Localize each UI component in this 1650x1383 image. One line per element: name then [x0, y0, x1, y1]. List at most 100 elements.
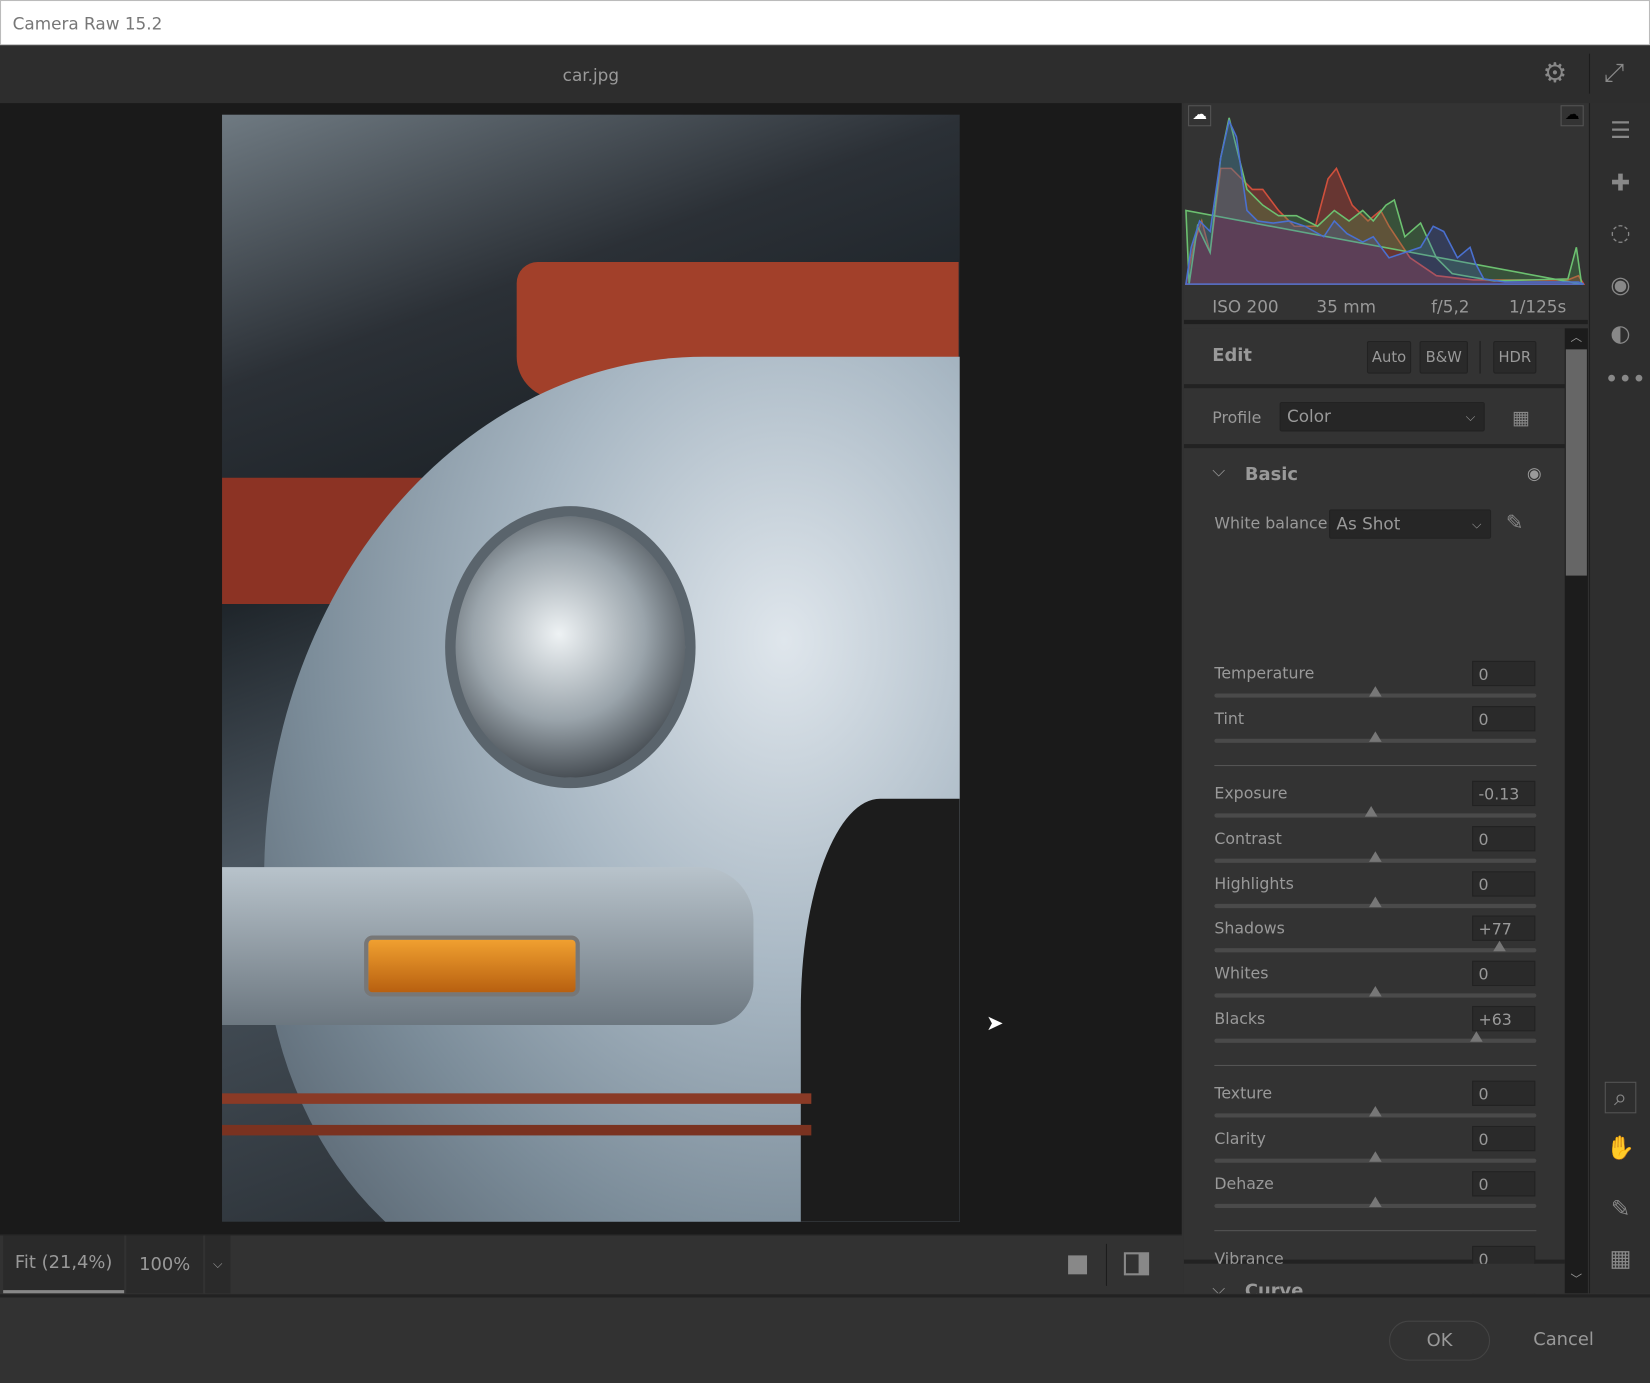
temperature-value-input[interactable]: 0 — [1472, 660, 1536, 687]
histogram: ☁ ☁ ISO 200 35 mm f/5,2 1/125s — [1183, 103, 1588, 325]
exif-shutter: 1/125s — [1508, 296, 1567, 317]
shadow-clipping-icon[interactable]: ☁ — [1188, 105, 1212, 127]
presets-icon[interactable]: ◐ — [1605, 319, 1637, 351]
header-bar: car.jpg ⚙ ⤢ — [0, 45, 1650, 104]
exif-focal-length: 35 mm — [1316, 296, 1377, 317]
blacks-label: Blacks — [1214, 1009, 1266, 1029]
cancel-button[interactable]: Cancel — [1533, 1329, 1594, 1350]
contrast-label: Contrast — [1214, 829, 1282, 849]
contrast-slider-thumb[interactable] — [1369, 851, 1382, 862]
chevron-down-icon[interactable]: ⌵ — [1212, 1279, 1225, 1294]
profile-label: Profile — [1212, 408, 1262, 428]
eyedropper-icon[interactable]: ✎ — [1506, 509, 1524, 534]
footer: OK Cancel — [0, 1294, 1650, 1383]
filename: car.jpg — [562, 65, 620, 86]
fit-zoom-button[interactable]: Fit (21,4%) — [3, 1235, 125, 1294]
exposure-value-input[interactable]: -0.13 — [1472, 780, 1536, 807]
profile-value: Color — [1286, 406, 1331, 427]
edit-sliders-icon[interactable]: ☰ — [1605, 116, 1637, 148]
temperature-slider[interactable] — [1214, 686, 1537, 698]
contrast-slider[interactable] — [1214, 851, 1537, 863]
highlights-label: Highlights — [1214, 874, 1294, 894]
blacks-value-input[interactable]: +63 — [1472, 1005, 1536, 1032]
single-view-icon[interactable] — [1068, 1255, 1088, 1275]
shadows-value-input[interactable]: +77 — [1472, 915, 1536, 941]
clarity-slider-thumb[interactable] — [1369, 1151, 1382, 1162]
before-after-icon[interactable] — [1123, 1252, 1150, 1276]
divider — [1214, 1064, 1537, 1066]
panel-scrollbar[interactable]: ︿ ﹀ — [1564, 328, 1588, 1294]
shadows-slider-thumb[interactable] — [1492, 940, 1506, 952]
chevron-down-icon: ⌵ — [1465, 409, 1476, 425]
divider — [1479, 340, 1481, 374]
tint-value-input[interactable]: 0 — [1472, 706, 1536, 732]
grid-icon[interactable]: ▦ — [1605, 1244, 1637, 1276]
blacks-slider[interactable] — [1214, 1031, 1537, 1043]
chevron-down-icon: ⌵ — [1472, 516, 1482, 532]
highlights-value-input[interactable]: 0 — [1472, 871, 1536, 897]
color-sampler-icon[interactable]: ✎ — [1605, 1194, 1637, 1226]
texture-label: Texture — [1214, 1083, 1273, 1103]
temperature-slider-thumb[interactable] — [1369, 686, 1382, 697]
whites-value-input[interactable]: 0 — [1472, 960, 1536, 987]
whites-slider[interactable] — [1214, 986, 1537, 998]
white-balance-select[interactable]: As Shot ⌵ — [1329, 509, 1492, 539]
profile-select[interactable]: Color ⌵ — [1279, 401, 1485, 432]
texture-value-input[interactable]: 0 — [1472, 1080, 1536, 1106]
scrollbar-thumb[interactable] — [1565, 349, 1587, 576]
texture-slider[interactable] — [1214, 1105, 1537, 1118]
bottom-toolbar: Fit (21,4%) 100% ⌵ — [0, 1234, 1182, 1294]
clarity-slider[interactable] — [1214, 1151, 1537, 1163]
shadows-slider[interactable] — [1214, 940, 1537, 953]
scroll-up-icon[interactable]: ︿ — [1565, 328, 1588, 347]
profile-browser-icon[interactable]: ▦ — [1512, 407, 1530, 429]
profile-section: Profile Color ⌵ ▦ — [1183, 388, 1565, 449]
divider — [1214, 1230, 1537, 1232]
contrast-value-input[interactable]: 0 — [1472, 826, 1536, 852]
basic-section: ⌵ Basic ◉ White balance As Shot ⌵ ✎ Tempe… — [1183, 448, 1565, 1294]
dehaze-slider[interactable] — [1214, 1196, 1537, 1209]
zoom-100-button[interactable]: 100% — [126, 1235, 204, 1294]
temperature-label: Temperature — [1214, 664, 1315, 683]
shadows-label: Shadows — [1214, 918, 1285, 938]
clarity-value-input[interactable]: 0 — [1472, 1125, 1536, 1152]
divider — [1214, 765, 1537, 767]
histogram-graph — [1184, 117, 1586, 286]
zoom-dropdown-chevron-icon[interactable]: ⌵ — [205, 1235, 231, 1294]
tint-slider-thumb[interactable] — [1369, 731, 1382, 742]
red-eye-icon[interactable]: ◉ — [1605, 270, 1637, 302]
chevron-down-icon[interactable]: ⌵ — [1212, 461, 1225, 482]
blacks-slider-thumb[interactable] — [1470, 1031, 1484, 1042]
dehaze-slider-thumb[interactable] — [1369, 1196, 1382, 1207]
texture-slider-thumb[interactable] — [1369, 1105, 1382, 1117]
masking-icon[interactable]: ◌ — [1605, 218, 1637, 250]
highlights-slider[interactable] — [1214, 896, 1537, 909]
more-icon[interactable]: ••• — [1605, 365, 1646, 397]
white-balance-label: White balance — [1214, 513, 1328, 533]
ok-button[interactable]: OK — [1389, 1320, 1491, 1361]
exposure-slider[interactable] — [1214, 806, 1537, 818]
title-bar: Camera Raw 15.2 — [0, 0, 1650, 46]
highlight-clipping-icon[interactable]: ☁ — [1560, 105, 1584, 127]
whites-slider-thumb[interactable] — [1369, 986, 1382, 997]
exif-aperture: f/5,2 — [1431, 296, 1470, 317]
tint-slider[interactable] — [1214, 731, 1537, 743]
scroll-down-icon[interactable]: ﹀ — [1565, 1270, 1588, 1289]
gear-icon[interactable]: ⚙ — [1543, 58, 1568, 90]
edit-title: Edit — [1212, 345, 1252, 367]
headlight — [445, 506, 696, 789]
white-balance-value: As Shot — [1336, 513, 1401, 534]
expand-icon[interactable]: ⤢ — [1604, 58, 1624, 87]
auto-button[interactable]: Auto — [1366, 340, 1412, 374]
bw-button[interactable]: B&W — [1419, 340, 1468, 374]
healing-bandage-icon[interactable]: ✚ — [1605, 168, 1637, 200]
hdr-button[interactable]: HDR — [1493, 340, 1537, 374]
eye-icon[interactable]: ◉ — [1527, 463, 1542, 483]
curve-section[interactable]: ⌵ Curve — [1183, 1263, 1565, 1294]
highlights-slider-thumb[interactable] — [1369, 896, 1382, 908]
zoom-icon[interactable]: ⌕ — [1604, 1081, 1637, 1114]
dehaze-value-input[interactable]: 0 — [1472, 1171, 1536, 1197]
exposure-slider-thumb[interactable] — [1364, 806, 1378, 817]
image-canvas[interactable]: ➤ — [0, 103, 1182, 1235]
hand-icon[interactable]: ✋ — [1605, 1133, 1637, 1165]
